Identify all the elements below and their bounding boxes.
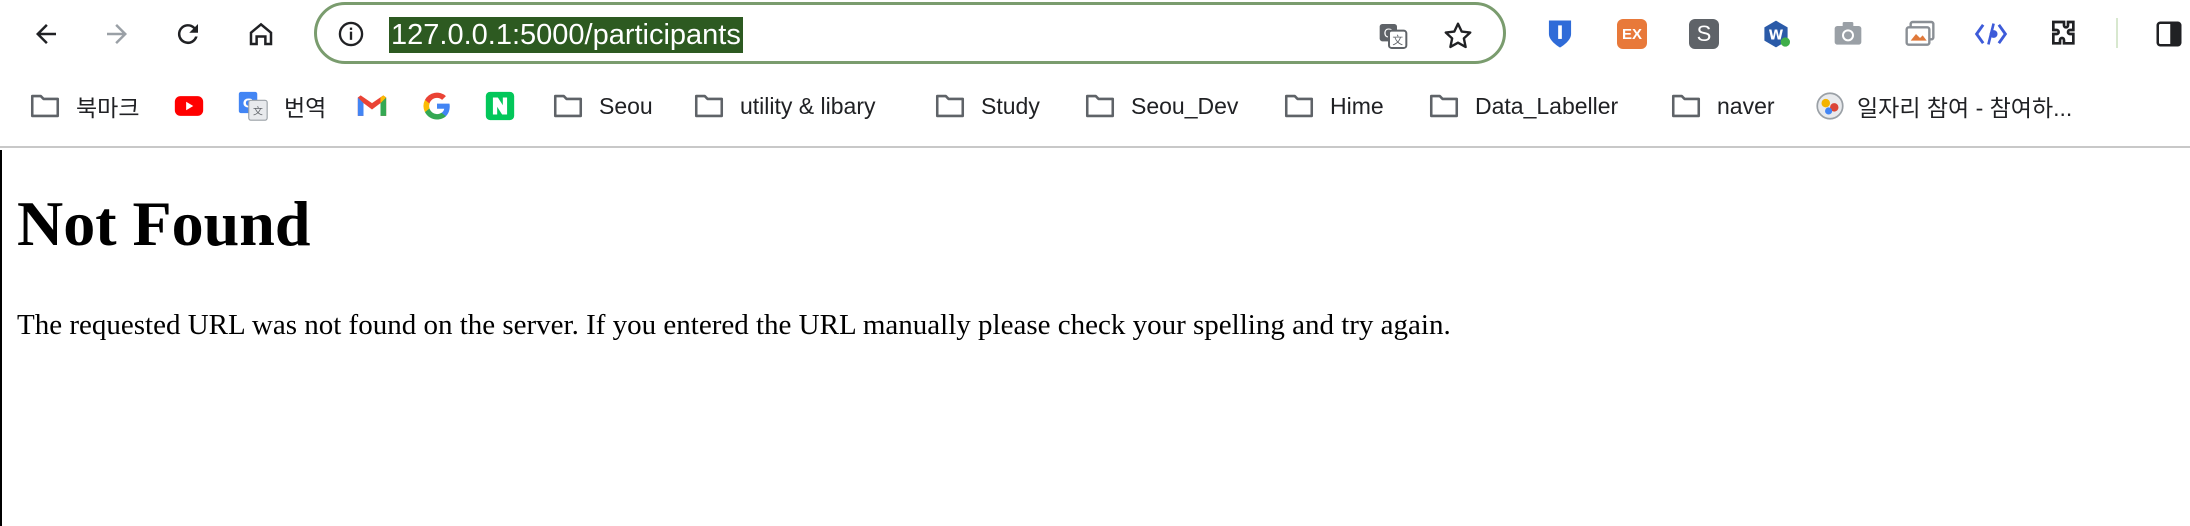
translate-icon[interactable]: G 文 bbox=[1377, 20, 1409, 52]
home-button[interactable] bbox=[240, 13, 282, 55]
folder-icon bbox=[551, 89, 585, 123]
svg-text:文: 文 bbox=[253, 105, 263, 118]
svg-text:文: 文 bbox=[1392, 34, 1403, 47]
bookmark-star-icon[interactable] bbox=[1442, 20, 1474, 52]
bookmark-gmail[interactable] bbox=[355, 88, 403, 124]
globe-icon bbox=[1813, 89, 1847, 123]
home-icon bbox=[249, 22, 273, 46]
bookmark-folder-seou[interactable]: Seou bbox=[551, 88, 653, 124]
back-icon bbox=[36, 24, 56, 44]
back-button[interactable] bbox=[25, 13, 67, 55]
bookmark-label: Seou bbox=[599, 92, 653, 119]
bookmark-folder-naver[interactable]: naver bbox=[1669, 88, 1775, 124]
google-icon bbox=[420, 89, 454, 123]
naver-icon bbox=[483, 89, 517, 123]
bookmark-folder-utility[interactable]: utility & libary bbox=[692, 88, 875, 124]
toolbar-divider bbox=[2116, 18, 2118, 48]
address-bar[interactable]: 127.0.0.1:5000/participants G 文 bbox=[314, 2, 1506, 64]
bookmark-translate[interactable]: G文 번역 bbox=[236, 88, 326, 124]
reload-icon bbox=[177, 24, 198, 45]
sidepanel-icon[interactable] bbox=[2152, 17, 2186, 51]
ex-extension-icon[interactable]: EX bbox=[1615, 17, 1649, 51]
bookmark-label: utility & libary bbox=[740, 92, 876, 119]
bookmark-label: 북마크 bbox=[76, 95, 140, 121]
info-icon[interactable] bbox=[337, 20, 365, 48]
folder-icon bbox=[1282, 89, 1316, 123]
bookmark-label: Study bbox=[981, 92, 1040, 119]
url-text[interactable]: 127.0.0.1:5000/participants bbox=[389, 17, 743, 53]
bookmark-folder-study[interactable]: Study bbox=[933, 88, 1040, 124]
bookmark-folder-hime[interactable]: Hime bbox=[1282, 88, 1384, 124]
folder-icon bbox=[692, 89, 726, 123]
code-extension-icon[interactable] bbox=[1974, 17, 2008, 51]
bitwarden-extension-icon[interactable] bbox=[1543, 17, 1577, 51]
gmail-icon bbox=[355, 89, 389, 123]
youtube-icon bbox=[172, 89, 206, 123]
folder-icon bbox=[1083, 89, 1117, 123]
google-translate-icon: G文 bbox=[236, 89, 270, 123]
error-message: The requested URL was not found on the s… bbox=[17, 309, 1451, 341]
bookmarks-bar: 북마크 G文 번역 Seou utility & libary Study Se… bbox=[0, 68, 2190, 148]
window-edge bbox=[0, 150, 2, 526]
bookmark-google[interactable] bbox=[420, 88, 468, 124]
bookmark-label: Seou_Dev bbox=[1131, 92, 1239, 119]
folder-icon bbox=[933, 89, 967, 123]
puzzle-extensions-icon[interactable] bbox=[2047, 17, 2081, 51]
bookmark-naver[interactable] bbox=[483, 88, 531, 124]
bookmark-folder-seou-dev[interactable]: Seou_Dev bbox=[1083, 88, 1238, 124]
page-title: Not Found bbox=[17, 188, 311, 259]
bookmark-folder-bookmarks[interactable]: 북마크 bbox=[28, 88, 139, 124]
browser-toolbar: 127.0.0.1:5000/participants G 文 EX S W bbox=[0, 0, 2190, 68]
bookmark-folder-data-labeller[interactable]: Data_Labeller bbox=[1427, 88, 1618, 124]
screenshot-extension-icon[interactable] bbox=[1903, 17, 1937, 51]
bookmark-label: 일자리 참여 - 참여하... bbox=[1857, 95, 2073, 121]
bookmark-youtube[interactable] bbox=[172, 88, 220, 124]
folder-icon bbox=[1669, 89, 1703, 123]
s-extension-icon[interactable]: S bbox=[1687, 17, 1721, 51]
bookmark-label: Data_Labeller bbox=[1475, 92, 1619, 119]
w-extension-icon[interactable]: W bbox=[1759, 17, 1793, 51]
bookmark-label: naver bbox=[1717, 92, 1775, 119]
bookmark-label: Hime bbox=[1330, 92, 1384, 119]
folder-icon bbox=[1427, 89, 1461, 123]
page-content: Not Found The requested URL was not foun… bbox=[0, 150, 2190, 526]
reload-button[interactable] bbox=[167, 13, 209, 55]
forward-button[interactable] bbox=[96, 13, 138, 55]
forward-icon bbox=[107, 24, 127, 44]
camera-extension-icon[interactable] bbox=[1831, 17, 1865, 51]
folder-icon bbox=[28, 89, 62, 123]
bookmark-label: 번역 bbox=[284, 95, 327, 121]
bookmark-job-participation[interactable]: 일자리 참여 - 참여하... bbox=[1813, 88, 2072, 124]
